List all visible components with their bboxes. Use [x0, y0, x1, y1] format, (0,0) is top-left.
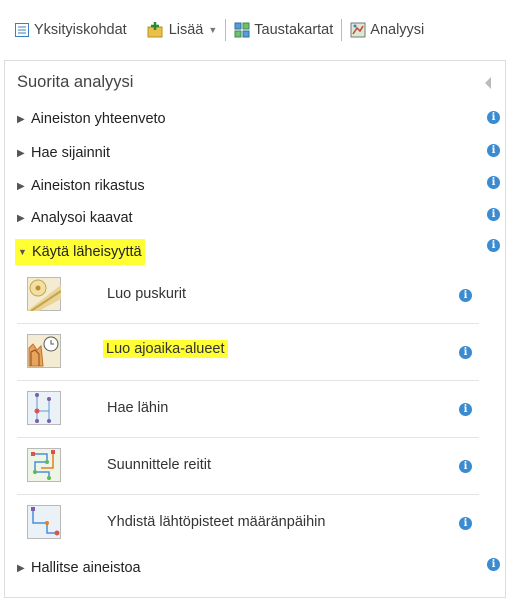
- panel-title: Suorita analyysi: [17, 73, 134, 91]
- analysis-button[interactable]: Analyysi: [350, 22, 424, 38]
- group-label: Aineiston yhteenveto: [31, 111, 166, 127]
- group-label: Käytä läheisyyttä: [32, 244, 142, 260]
- details-icon: [14, 22, 30, 38]
- analysis-icon: [350, 22, 366, 38]
- group-find-locations[interactable]: ▶ Hae sijainnit: [17, 141, 110, 165]
- tool-label: Suunnittele reitit: [107, 457, 211, 473]
- connect-origins-icon: [27, 505, 61, 539]
- find-nearest-icon: [27, 391, 61, 425]
- tool-label: Hae lähin: [107, 400, 169, 416]
- group-label: Hae sijainnit: [31, 145, 110, 161]
- chevron-right-icon: ▶: [17, 180, 25, 192]
- chevron-right-icon: ▶: [17, 212, 25, 224]
- tool-label: Luo ajoaika-alueet: [103, 340, 228, 358]
- chevron-right-icon: ▶: [17, 562, 25, 574]
- tool-find-nearest[interactable]: Hae lähin i: [17, 381, 479, 438]
- info-icon[interactable]: i: [459, 403, 472, 416]
- tool-label: Yhdistä lähtöpisteet määränpäihin: [107, 514, 326, 530]
- info-icon[interactable]: i: [487, 144, 500, 157]
- info-icon[interactable]: i: [487, 176, 500, 189]
- tool-connect-origins-to-destinations[interactable]: Yhdistä lähtöpisteet määränpäihin i: [17, 495, 479, 552]
- info-icon[interactable]: i: [459, 289, 472, 302]
- toolbar: Yksityiskohdat Lisää ▼ Taustakartat Anal…: [0, 0, 513, 60]
- basemaps-label: Taustakartat: [254, 22, 334, 38]
- chevron-down-icon: ▼: [18, 247, 27, 257]
- chevron-down-icon: ▼: [208, 25, 218, 35]
- basemaps-button[interactable]: Taustakartat: [234, 22, 333, 38]
- info-icon[interactable]: i: [487, 558, 500, 571]
- group-analyze-patterns[interactable]: ▶ Analysoi kaavat: [17, 206, 133, 230]
- details-button[interactable]: Yksityiskohdat: [14, 22, 127, 38]
- basemap-gallery-icon: [234, 22, 250, 38]
- group-summarize-data[interactable]: ▶ Aineiston yhteenveto: [17, 107, 166, 131]
- info-icon[interactable]: i: [459, 346, 472, 359]
- plan-routes-icon: [27, 448, 61, 482]
- group-enrich-data[interactable]: ▶ Aineiston rikastus: [17, 174, 145, 198]
- analysis-panel: Suorita analyysi ▶ Aineiston yhteenveto …: [4, 60, 506, 598]
- collapse-panel-icon[interactable]: [485, 77, 491, 89]
- info-icon[interactable]: i: [487, 208, 500, 221]
- analysis-label: Analyysi: [370, 22, 425, 38]
- info-icon[interactable]: i: [487, 111, 500, 124]
- add-label: Lisää: [168, 22, 204, 38]
- group-label: Analysoi kaavat: [31, 210, 133, 226]
- chevron-right-icon: ▶: [17, 147, 25, 159]
- buffer-icon: [27, 277, 62, 312]
- chevron-right-icon: ▶: [17, 113, 25, 125]
- group-manage-data[interactable]: ▶ Hallitse aineistoa: [17, 556, 141, 580]
- details-label: Yksityiskohdat: [34, 22, 127, 38]
- info-icon[interactable]: i: [487, 239, 500, 252]
- add-icon: [147, 22, 165, 38]
- add-button[interactable]: Lisää ▼: [147, 22, 218, 38]
- tool-label: Luo puskurit: [107, 286, 186, 302]
- toolbar-divider: [341, 19, 343, 41]
- info-icon[interactable]: i: [459, 460, 472, 473]
- drive-time-icon: [27, 334, 61, 368]
- group-use-proximity[interactable]: ▼ Käytä läheisyyttä: [15, 239, 145, 265]
- tool-create-buffers[interactable]: Luo puskurit i: [17, 267, 479, 324]
- info-icon[interactable]: i: [459, 517, 472, 530]
- toolbar-divider: [225, 19, 227, 41]
- group-label: Hallitse aineistoa: [31, 560, 141, 576]
- tool-create-drive-time-areas[interactable]: Luo ajoaika-alueet i: [17, 324, 479, 381]
- tool-plan-routes[interactable]: Suunnittele reitit i: [17, 438, 479, 495]
- group-label: Aineiston rikastus: [31, 178, 145, 194]
